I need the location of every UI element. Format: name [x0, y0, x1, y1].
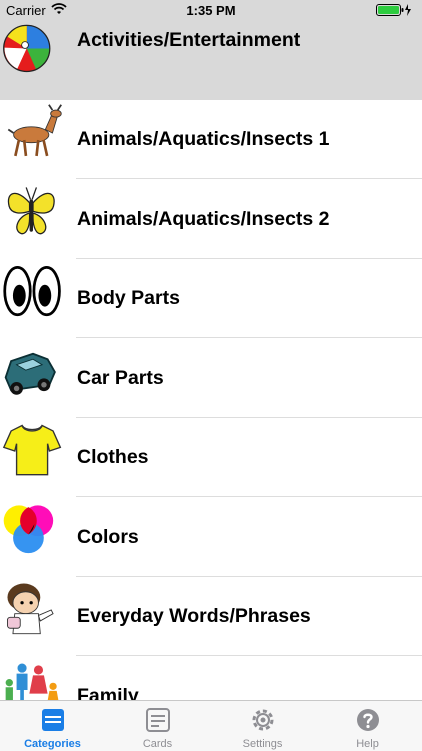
boy-icon: [7, 583, 54, 635]
categories-icon: [42, 709, 64, 731]
row-divider: [76, 337, 422, 338]
tab-label: Categories: [24, 738, 81, 750]
tab-help[interactable]: Help: [315, 701, 420, 751]
beach-ball-icon: [3, 24, 51, 73]
category-label: Family: [77, 685, 139, 700]
clock: 1:35 PM: [186, 3, 236, 18]
deer-icon: [7, 104, 62, 157]
category-label: Animals/Aquatics/Insects 2: [77, 208, 330, 230]
category-label: Car Parts: [77, 367, 164, 389]
cards-icon: [146, 708, 170, 732]
butterfly-icon: [7, 187, 55, 235]
category-row-everyday-words[interactable]: Everyday Words/Phrases: [0, 577, 422, 656]
category-row-colors[interactable]: Colors: [0, 498, 422, 577]
tab-cards[interactable]: Cards: [105, 701, 210, 751]
category-list[interactable]: Activities/Entertainment Animals/Aquatic…: [0, 0, 422, 700]
category-row-body-parts[interactable]: Body Parts: [0, 259, 422, 338]
category-label: Activities/Entertainment: [77, 29, 301, 51]
tab-settings[interactable]: Settings: [210, 701, 315, 751]
settings-gear-icon: [252, 709, 274, 731]
category-label: Body Parts: [77, 287, 180, 309]
category-row-car-parts[interactable]: Car Parts: [0, 339, 422, 418]
category-label: Everyday Words/Phrases: [77, 605, 311, 627]
tab-label: Help: [356, 738, 379, 750]
tshirt-icon: [2, 424, 62, 476]
category-label: Animals/Aquatics/Insects 1: [77, 128, 330, 150]
status-bar: Carrier 1:35 PM: [0, 0, 422, 20]
category-label: Clothes: [77, 446, 149, 468]
row-divider: [76, 496, 422, 497]
tab-label: Cards: [142, 738, 173, 750]
row-divider: [76, 655, 422, 656]
battery-icon: [376, 4, 411, 16]
category-row-clothes[interactable]: Clothes: [0, 418, 422, 497]
category-row-animals-2[interactable]: Animals/Aquatics/Insects 2: [0, 180, 422, 259]
tab-bar: Categories Cards Settings Help: [0, 700, 422, 751]
color-circles-icon: [3, 505, 54, 554]
category-row-animals-1[interactable]: Animals/Aquatics/Insects 1: [0, 100, 422, 179]
row-divider: [76, 178, 422, 179]
category-row-family[interactable]: Family: [0, 657, 422, 700]
car-icon: [4, 352, 56, 395]
family-icon: [5, 663, 59, 700]
eyes-icon: [3, 266, 61, 317]
tab-label: Settings: [242, 738, 283, 750]
category-label: Colors: [77, 526, 139, 548]
help-icon: [357, 709, 379, 731]
tab-categories[interactable]: Categories: [0, 701, 105, 751]
